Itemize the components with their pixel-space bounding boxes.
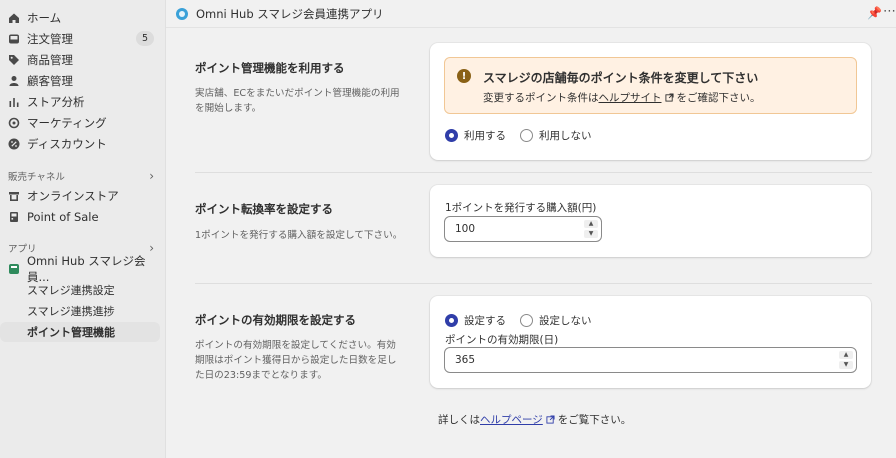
external-link-icon (664, 93, 674, 102)
sidebar-item-home[interactable]: ホーム (0, 8, 160, 28)
sidebar-subitem-sync-settings[interactable]: スマレジ連携設定 (0, 280, 160, 300)
sales-channels-heading[interactable]: 販売チャネル › (8, 168, 158, 184)
sidebar-item-point-of-sale[interactable]: Point of Sale (0, 207, 160, 227)
use-card: ! スマレジの店舗毎のポイント条件を変更して下さい 変更するポイント条件はヘルプ… (430, 43, 871, 160)
person-icon (8, 75, 20, 87)
more-options-icon[interactable]: ⋯ (883, 4, 896, 19)
rate-field-label: 1ポイントを発行する購入額(円) (445, 202, 597, 214)
external-link-icon (546, 415, 555, 424)
inbox-icon (8, 33, 20, 45)
discount-icon (8, 138, 20, 150)
sidebar-item-label: 顧客管理 (27, 74, 73, 88)
section-title-use: ポイント管理機能を利用する (195, 61, 345, 75)
sidebar-item-label: Point of Sale (27, 210, 99, 224)
radio-label-use-on[interactable]: 利用する (464, 128, 506, 143)
help-footer: 詳しくはヘルプページ をご覧下さい。 (438, 414, 632, 426)
stepper-down-icon[interactable]: ▼ (839, 361, 853, 369)
sidebar-item-products[interactable]: 商品管理 (0, 50, 160, 70)
section-desc-expiry: ポイントの有効期限を設定してください。有効期限はポイント獲得日から設定した日数を… (195, 340, 397, 381)
help-page-link[interactable]: ヘルプページ (480, 414, 543, 426)
expiry-input[interactable]: 365 ▲ ▼ (444, 347, 857, 373)
sidebar-item-label: ディスカウント (27, 137, 107, 151)
sidebar-item-marketing[interactable]: マーケティング (0, 113, 160, 133)
expiry-stepper[interactable]: ▲ ▼ (839, 351, 853, 369)
sidebar: ホーム 注文管理 5 商品管理 顧客管理 ストア分析 マーケティング ディスカウ… (0, 0, 166, 458)
stepper-up-icon[interactable]: ▲ (584, 220, 598, 228)
radio-expiry-off[interactable] (520, 314, 533, 327)
sidebar-item-label: ストア分析 (27, 95, 85, 109)
rate-input[interactable]: 100 ▲ ▼ (444, 216, 602, 242)
sidebar-item-analytics[interactable]: ストア分析 (0, 92, 160, 112)
section-desc-rate: 1ポイントを発行する購入額を設定して下さい。 (195, 230, 403, 241)
sidebar-item-discounts[interactable]: ディスカウント (0, 134, 160, 154)
sidebar-item-omni-hub-app[interactable]: Omni Hub スマレジ会員... (0, 254, 160, 284)
pos-icon (8, 211, 20, 223)
section-divider (195, 172, 872, 173)
expiry-field-label: ポイントの有効期限(日) (445, 334, 559, 346)
sidebar-item-label: 注文管理 (27, 32, 73, 46)
tag-icon (8, 54, 20, 66)
store-icon (8, 190, 20, 202)
use-radio-group: 利用する 利用しない (445, 128, 606, 143)
stepper-up-icon[interactable]: ▲ (839, 351, 853, 359)
section-title-rate: ポイント転換率を設定する (195, 202, 333, 216)
sidebar-item-orders[interactable]: 注文管理 5 (0, 29, 160, 49)
stepper-down-icon[interactable]: ▼ (584, 230, 598, 238)
app-icon (8, 263, 20, 275)
expiry-card: 設定する 設定しない ポイントの有効期限(日) 365 ▲ ▼ (430, 296, 871, 388)
radio-label-expiry-off[interactable]: 設定しない (539, 313, 592, 328)
radio-label-use-off[interactable]: 利用しない (539, 128, 592, 143)
help-site-link[interactable]: ヘルプサイト (599, 92, 662, 104)
radio-label-expiry-on[interactable]: 設定する (464, 313, 506, 328)
app-logo-icon (176, 7, 188, 20)
target-icon (8, 117, 20, 129)
sidebar-item-label: オンラインストア (27, 189, 119, 203)
section-desc-use: 実店舗、ECをまたいだポイント管理機能の利用を開始します。 (195, 88, 400, 114)
rate-card: 1ポイントを発行する購入額(円) 100 ▲ ▼ (430, 185, 871, 257)
app-title: Omni Hub スマレジ会員連携アプリ (196, 6, 384, 21)
app-topbar: Omni Hub スマレジ会員連携アプリ 📌 ⋯ (166, 0, 896, 28)
sidebar-item-label: マーケティング (27, 116, 107, 130)
orders-count-badge: 5 (136, 31, 154, 46)
sidebar-item-customers[interactable]: 顧客管理 (0, 71, 160, 91)
home-icon (8, 12, 20, 24)
sidebar-subitem-sync-progress[interactable]: スマレジ連携進捗 (0, 301, 160, 321)
section-title-expiry: ポイントの有効期限を設定する (195, 313, 356, 327)
chevron-right-icon: › (149, 169, 154, 183)
radio-use-off[interactable] (520, 129, 533, 142)
pin-icon[interactable]: 📌 (867, 6, 882, 20)
expiry-radio-group: 設定する 設定しない (445, 313, 606, 328)
warning-banner: ! スマレジの店舗毎のポイント条件を変更して下さい 変更するポイント条件はヘルプ… (444, 57, 857, 114)
sidebar-item-online-store[interactable]: オンラインストア (0, 186, 160, 206)
sidebar-item-label: 商品管理 (27, 53, 73, 67)
radio-use-on[interactable] (445, 129, 458, 142)
radio-expiry-on[interactable] (445, 314, 458, 327)
bar-chart-icon (8, 96, 20, 108)
banner-text: 変更するポイント条件はヘルプサイト をご確認下さい。 (483, 92, 761, 104)
banner-title: スマレジの店舗毎のポイント条件を変更して下さい (483, 71, 759, 85)
rate-stepper[interactable]: ▲ ▼ (584, 220, 598, 238)
warning-icon: ! (457, 69, 471, 83)
section-divider (195, 283, 872, 284)
sidebar-subitem-point-management[interactable]: ポイント管理機能 (0, 322, 160, 342)
sidebar-item-label: ホーム (27, 11, 62, 25)
